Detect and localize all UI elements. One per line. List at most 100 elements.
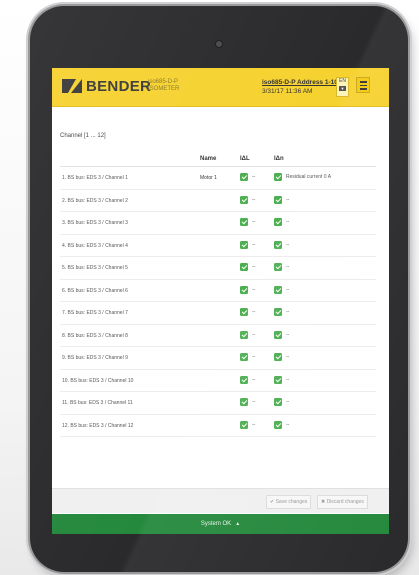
menu-line-icon (359, 81, 367, 83)
table-row: 8. BS bus: EDS 3 / Channel 8 -- -- (60, 325, 376, 347)
datetime: 3/31/17 11:36 AM (262, 88, 313, 95)
camera-icon (215, 40, 223, 48)
il-value: -- (252, 309, 256, 315)
channel-label: 9. BS bus: EDS 3 / Channel 9 (62, 355, 128, 361)
in-value: -- (286, 376, 290, 383)
bender-logo-icon (62, 79, 82, 93)
in-value: Residual current 0 A (286, 174, 332, 180)
table-row: 2. BS bus: EDS 3 / Channel 2 -- -- (60, 190, 376, 212)
table-row: 11. BS bus: EDS 3 / Channel 11 -- -- (60, 392, 376, 415)
il-checkbox[interactable] (240, 285, 248, 294)
action-bar: ✔ Save changes ✖ Discard changes (52, 488, 389, 513)
table-body: 1. BS bus: EDS 3 / Channel 1 Motor 1 -- Res… (60, 167, 376, 437)
il-checkbox[interactable] (240, 240, 248, 249)
section-title: Channel [1 ... 12] (60, 133, 106, 139)
table-row: 1. BS bus: EDS 3 / Channel 1 Motor 1 -- Res… (60, 167, 376, 190)
in-checkbox[interactable] (274, 420, 282, 429)
in-value: -- (286, 331, 290, 338)
channel-label: 1. BS bus: EDS 3 / Channel 1 (62, 175, 128, 181)
il-value: -- (252, 331, 256, 338)
il-value: -- (252, 354, 256, 360)
in-value: -- (286, 421, 290, 428)
il-checkbox[interactable] (240, 398, 248, 406)
in-checkbox[interactable] (274, 240, 282, 249)
in-checkbox[interactable] (274, 263, 282, 271)
table-row: 3. BS bus: EDS 3 / Channel 3 -- -- (60, 212, 376, 235)
menu-line-icon (359, 88, 367, 90)
il-checkbox[interactable] (240, 375, 248, 384)
chevron-down-icon: ▼ (339, 86, 346, 91)
in-checkbox[interactable] (274, 173, 282, 181)
menu-line-icon (359, 84, 367, 86)
il-checkbox[interactable] (240, 308, 248, 316)
il-checkbox[interactable] (240, 420, 248, 429)
in-value: -- (286, 354, 290, 360)
menu-button[interactable] (356, 77, 370, 93)
header-il: IΔL (240, 156, 250, 162)
table-row: 7. BS bus: EDS 3 / Channel 7 -- -- (60, 302, 376, 325)
app-header: BENDER iso685-D-P ISOMETER iso685-D-P Ad… (52, 68, 389, 107)
channel-label: 4. BS bus: EDS 3 / Channel 4 (62, 242, 128, 249)
language-value: EN (339, 78, 346, 84)
channel-label: 5. BS bus: EDS 3 / Channel 5 (62, 265, 128, 271)
system-status-bar[interactable]: System OK ▲ (52, 514, 389, 534)
header-name: Name (200, 156, 217, 162)
in-checkbox[interactable] (274, 218, 282, 226)
channel-label: 7. BS bus: EDS 3 / Channel 7 (62, 310, 128, 316)
device-model: iso685-D-P (148, 79, 179, 85)
il-value: -- (252, 286, 256, 293)
device-address-block: iso685-D-P Address 1-10 3/31/17 11:36 AM (262, 78, 338, 96)
channel-label: 8. BS bus: EDS 3 / Channel 8 (62, 332, 128, 339)
il-value: -- (252, 264, 256, 270)
table-row: 5. BS bus: EDS 3 / Channel 5 -- -- (60, 257, 376, 280)
in-value: -- (286, 241, 290, 248)
il-value: -- (252, 174, 256, 180)
in-checkbox[interactable] (274, 330, 282, 339)
in-value: -- (286, 219, 290, 225)
il-checkbox[interactable] (240, 330, 248, 339)
il-value: -- (252, 376, 256, 383)
brand-name: BENDER (86, 78, 152, 95)
language-select[interactable]: EN ▼ (336, 77, 349, 97)
channel-name[interactable]: Motor 1 (200, 175, 217, 181)
channel-label: 12. BS bus: EDS 3 / Channel 12 (62, 422, 134, 429)
in-checkbox[interactable] (274, 195, 282, 204)
in-checkbox[interactable] (274, 398, 282, 406)
device-address-link[interactable]: iso685-D-P Address 1-10 (262, 78, 338, 87)
channel-label: 3. BS bus: EDS 3 / Channel 3 (62, 220, 128, 226)
in-value: -- (286, 286, 290, 293)
system-status-text: System OK (200, 521, 232, 527)
discard-changes-button[interactable]: ✖ Discard changes (317, 495, 368, 509)
channel-label: 6. BS bus: EDS 3 / Channel 6 (62, 287, 128, 294)
table-row: 6. BS bus: EDS 3 / Channel 6 -- -- (60, 280, 376, 302)
device-name: iso685-D-P ISOMETER (148, 79, 179, 93)
save-changes-button[interactable]: ✔ Save changes (266, 495, 312, 509)
table-row: 10. BS bus: EDS 3 / Channel 10 -- -- (60, 370, 376, 392)
il-value: -- (252, 399, 256, 405)
header-in: IΔn (274, 156, 284, 162)
il-checkbox[interactable] (240, 218, 248, 226)
il-checkbox[interactable] (240, 195, 248, 204)
device-type: ISOMETER (148, 86, 180, 92)
channel-table: Name IΔL IΔn 1. BS bus: EDS 3 / Channel … (60, 154, 376, 437)
in-checkbox[interactable] (274, 285, 282, 294)
in-value: -- (286, 399, 290, 405)
in-value: -- (286, 264, 290, 270)
channel-label: 2. BS bus: EDS 3 / Channel 2 (62, 197, 128, 204)
in-checkbox[interactable] (274, 353, 282, 361)
il-value: -- (252, 241, 256, 248)
il-value: -- (252, 421, 256, 428)
il-checkbox[interactable] (240, 263, 248, 271)
table-row: 9. BS bus: EDS 3 / Channel 9 -- -- (60, 347, 376, 370)
tablet-device: BENDER iso685-D-P ISOMETER iso685-D-P Ad… (30, 6, 408, 572)
channel-label: 11. BS bus: EDS 3 / Channel 11 (62, 400, 133, 406)
in-value: -- (286, 196, 290, 203)
il-checkbox[interactable] (240, 353, 248, 361)
in-checkbox[interactable] (274, 375, 282, 384)
table-row: 4. BS bus: EDS 3 / Channel 4 -- -- (60, 235, 376, 257)
in-checkbox[interactable] (274, 308, 282, 316)
il-checkbox[interactable] (240, 173, 248, 181)
il-value: -- (252, 219, 256, 225)
chevron-up-icon: ▲ (235, 521, 241, 527)
il-value: -- (252, 196, 256, 203)
